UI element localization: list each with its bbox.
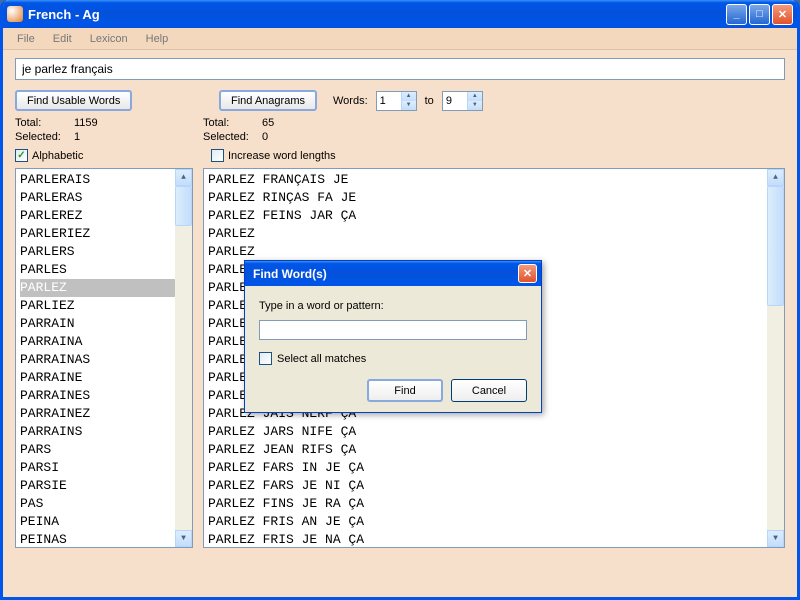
increase-word-lengths-label: Increase word lengths <box>228 150 336 162</box>
select-all-matches-checkbox[interactable] <box>259 352 272 365</box>
list-item[interactable]: PARLERAIS <box>20 171 188 189</box>
to-label: to <box>425 95 434 107</box>
list-item[interactable]: PEINA <box>20 513 188 531</box>
list-item[interactable]: PEINAS <box>20 531 188 548</box>
list-item[interactable]: PARLEZ JARS NIFE ÇA <box>208 423 780 441</box>
words-from-spinner[interactable]: ▲ ▼ <box>376 91 417 111</box>
list-item[interactable]: PARRAINE <box>20 369 188 387</box>
scroll-up-icon[interactable]: ▲ <box>767 169 784 186</box>
usable-words-listbox[interactable]: PARLERAISPARLERASPARLEREZPARLERIEZPARLER… <box>15 168 193 548</box>
scroll-down-icon[interactable]: ▼ <box>767 530 784 547</box>
find-word-input[interactable] <box>259 320 527 340</box>
words-to-input[interactable] <box>443 95 467 107</box>
right-selected-value: 0 <box>262 131 268 143</box>
words-to-spinner[interactable]: ▲ ▼ <box>442 91 483 111</box>
menu-edit[interactable]: Edit <box>45 30 80 48</box>
list-item[interactable]: PARLEZ <box>208 243 780 261</box>
list-item[interactable]: PARLEREZ <box>20 207 188 225</box>
list-item[interactable]: PARLES <box>20 261 188 279</box>
find-usable-words-button[interactable]: Find Usable Words <box>15 90 132 111</box>
spin-down-icon[interactable]: ▼ <box>401 101 416 110</box>
app-icon <box>7 6 23 22</box>
scroll-down-icon[interactable]: ▼ <box>175 530 192 547</box>
dialog-find-button[interactable]: Find <box>367 379 443 402</box>
menu-file[interactable]: File <box>9 30 43 48</box>
list-item[interactable]: PARLEZ FARS IN JE ÇA <box>208 459 780 477</box>
close-button[interactable]: ✕ <box>772 4 793 25</box>
list-item[interactable]: PARLEZ <box>20 279 188 297</box>
list-item[interactable]: PARLEZ FINS JE RA ÇA <box>208 495 780 513</box>
select-all-matches-label: Select all matches <box>277 353 366 365</box>
list-item[interactable]: PARRAIN <box>20 315 188 333</box>
menubar: File Edit Lexicon Help <box>3 28 797 50</box>
list-item[interactable]: PARSI <box>20 459 188 477</box>
words-from-input[interactable] <box>377 95 401 107</box>
list-item[interactable]: PARLEZ RINÇAS FA JE <box>208 189 780 207</box>
words-label: Words: <box>333 95 368 107</box>
find-anagrams-button[interactable]: Find Anagrams <box>219 90 317 111</box>
list-item[interactable]: PARRAINES <box>20 387 188 405</box>
left-selected-value: 1 <box>74 131 80 143</box>
right-selected-label: Selected: <box>203 131 258 143</box>
phrase-input[interactable] <box>15 58 785 80</box>
list-item[interactable]: PARSIE <box>20 477 188 495</box>
alphabetic-checkbox[interactable]: ✓ <box>15 149 28 162</box>
left-total-value: 1159 <box>74 117 98 129</box>
list-item[interactable]: PARLEZ JEAN RIFS ÇA <box>208 441 780 459</box>
list-item[interactable]: PARLEZ FRANÇAIS JE <box>208 171 780 189</box>
alphabetic-label: Alphabetic <box>32 150 83 162</box>
window-controls: _ □ ✕ <box>726 4 793 25</box>
scrollbar[interactable]: ▲ ▼ <box>767 169 784 547</box>
left-total-label: Total: <box>15 117 70 129</box>
list-item[interactable]: PARLEZ <box>208 225 780 243</box>
scrollbar[interactable]: ▲ ▼ <box>175 169 192 547</box>
titlebar[interactable]: French - Ag _ □ ✕ <box>3 0 797 28</box>
find-words-dialog: Find Word(s) ✕ Type in a word or pattern… <box>244 260 542 413</box>
list-item[interactable]: PARRAINA <box>20 333 188 351</box>
list-item[interactable]: PARLEZ FARS JE NI ÇA <box>208 477 780 495</box>
maximize-button[interactable]: □ <box>749 4 770 25</box>
list-item[interactable]: PARLERIEZ <box>20 225 188 243</box>
dialog-cancel-button[interactable]: Cancel <box>451 379 527 402</box>
dialog-close-button[interactable]: ✕ <box>518 264 537 283</box>
list-item[interactable]: PARS <box>20 441 188 459</box>
list-item[interactable]: PARLEZ FRIS JE NA ÇA <box>208 531 780 548</box>
list-item[interactable]: PAS <box>20 495 188 513</box>
menu-help[interactable]: Help <box>138 30 177 48</box>
increase-word-lengths-checkbox[interactable] <box>211 149 224 162</box>
dialog-prompt: Type in a word or pattern: <box>259 300 527 312</box>
left-selected-label: Selected: <box>15 131 70 143</box>
window-title: French - Ag <box>28 7 726 22</box>
scroll-up-icon[interactable]: ▲ <box>175 169 192 186</box>
list-item[interactable]: PARRAINEZ <box>20 405 188 423</box>
spin-up-icon[interactable]: ▲ <box>467 92 482 101</box>
minimize-button[interactable]: _ <box>726 4 747 25</box>
list-item[interactable]: PARLEZ FEINS JAR ÇA <box>208 207 780 225</box>
spin-up-icon[interactable]: ▲ <box>401 92 416 101</box>
controls-row: Find Usable Words Find Anagrams Words: ▲… <box>15 90 785 111</box>
spin-down-icon[interactable]: ▼ <box>467 101 482 110</box>
menu-lexicon[interactable]: Lexicon <box>82 30 136 48</box>
list-item[interactable]: PARLIEZ <box>20 297 188 315</box>
list-item[interactable]: PARLEZ FRIS AN JE ÇA <box>208 513 780 531</box>
dialog-titlebar[interactable]: Find Word(s) ✕ <box>245 261 541 286</box>
list-item[interactable]: PARRAINS <box>20 423 188 441</box>
dialog-title: Find Word(s) <box>249 267 518 281</box>
right-total-label: Total: <box>203 117 258 129</box>
right-total-value: 65 <box>262 117 274 129</box>
list-item[interactable]: PARRAINAS <box>20 351 188 369</box>
list-item[interactable]: PARLERAS <box>20 189 188 207</box>
list-item[interactable]: PARLERS <box>20 243 188 261</box>
